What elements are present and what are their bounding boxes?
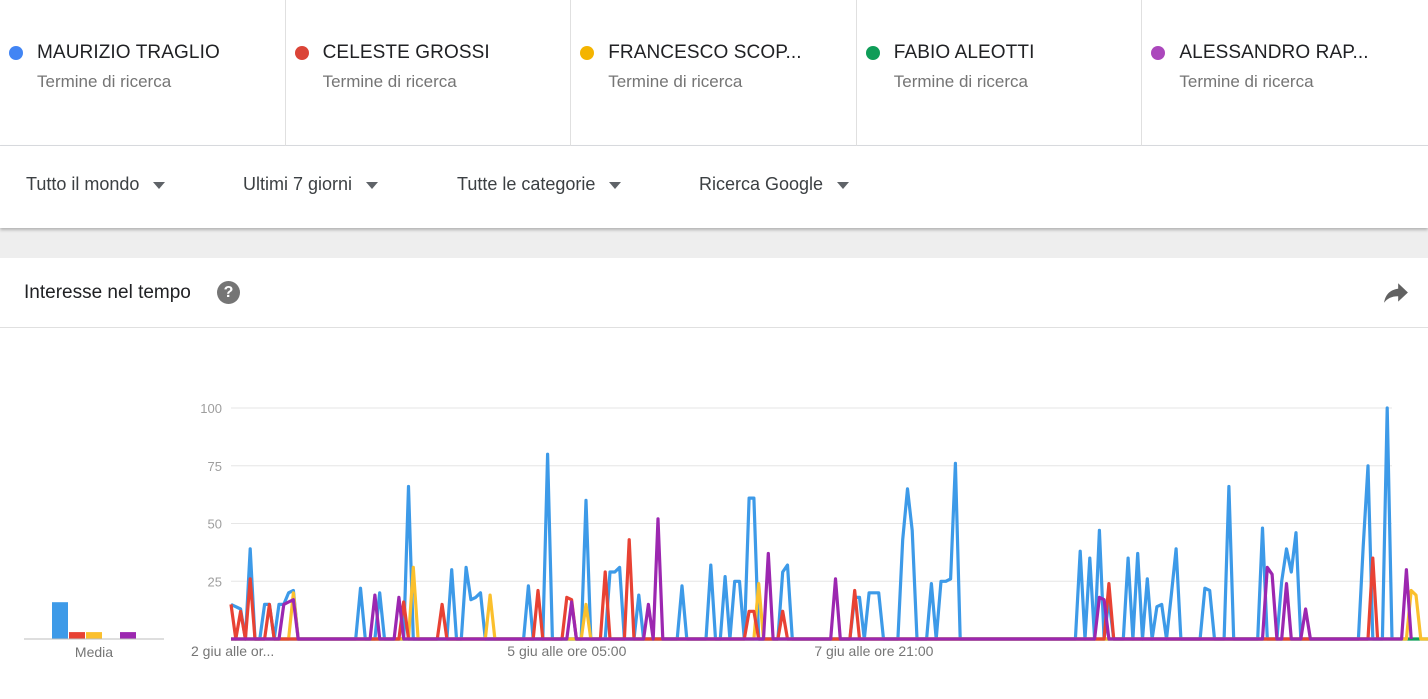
region-dropdown[interactable]: Tutto il mondo bbox=[26, 174, 166, 195]
category-dropdown-label: Tutte le categorie bbox=[457, 174, 596, 194]
average-bar bbox=[52, 602, 68, 639]
y-tick-label: 50 bbox=[208, 517, 222, 532]
y-tick-label: 25 bbox=[208, 574, 222, 589]
x-axis: 2 giu alle or... 5 giu alle ore 05:00 7 gi… bbox=[191, 643, 934, 659]
interest-over-time-chart: 100 75 50 25 2 giu alle or... 5 giu alle ore… bbox=[24, 401, 1428, 660]
y-axis: 100 75 50 25 bbox=[200, 401, 222, 589]
average-bar bbox=[120, 632, 136, 639]
category-dropdown[interactable]: Tutte le categorie bbox=[457, 174, 622, 195]
average-bar bbox=[69, 632, 85, 639]
average-label: Media bbox=[75, 644, 113, 660]
x-tick-label: 2 giu alle or... bbox=[191, 643, 274, 659]
filter-bar: Tutto il mondo Ultimi 7 giorni Tutte le … bbox=[0, 146, 1428, 228]
dropdown-arrow-icon bbox=[609, 182, 622, 189]
average-bar bbox=[86, 632, 102, 639]
time-range-dropdown-label: Ultimi 7 giorni bbox=[243, 174, 353, 194]
search-property-dropdown[interactable]: Ricerca Google bbox=[699, 174, 850, 195]
dropdown-arrow-icon bbox=[837, 182, 850, 189]
region-dropdown-label: Tutto il mondo bbox=[26, 174, 140, 194]
dropdown-arrow-icon bbox=[153, 182, 166, 189]
dropdown-arrow-icon bbox=[366, 182, 379, 189]
search-property-dropdown-label: Ricerca Google bbox=[699, 174, 824, 194]
average-chart: Media bbox=[24, 602, 164, 660]
y-tick-label: 100 bbox=[200, 401, 222, 416]
x-tick-label: 5 giu alle ore 05:00 bbox=[507, 643, 626, 659]
y-tick-label: 75 bbox=[208, 459, 222, 474]
x-tick-label: 7 giu alle ore 21:00 bbox=[814, 643, 933, 659]
time-range-dropdown[interactable]: Ultimi 7 giorni bbox=[243, 174, 379, 195]
